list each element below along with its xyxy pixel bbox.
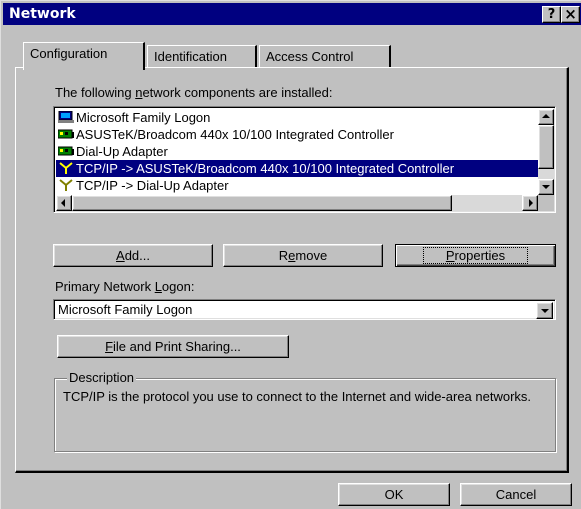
remove-button-pre: R <box>278 248 289 263</box>
chevron-down-icon <box>541 309 549 313</box>
components-list-viewport: Microsoft Family Logon ASUSTeK/Broadcom … <box>56 109 538 195</box>
title-bar[interactable]: Network ? × <box>3 3 581 25</box>
components-label-post: etwork components are installed: <box>142 85 333 100</box>
list-item-label: TCP/IP -> Dial-Up Adapter <box>76 178 229 193</box>
hscroll-thumb[interactable] <box>72 195 452 211</box>
scroll-right-button[interactable] <box>522 195 538 211</box>
list-item-label: Dial-Up Adapter <box>76 144 168 159</box>
list-item[interactable]: Dial-Up Adapter <box>56 143 538 160</box>
close-button[interactable]: × <box>561 6 580 23</box>
remove-button[interactable]: Remove <box>223 244 383 267</box>
horizontal-scrollbar[interactable] <box>56 195 538 211</box>
sharing-button-key: F <box>105 339 114 354</box>
add-button[interactable]: Add... <box>53 244 213 267</box>
ok-button[interactable]: OK <box>338 483 450 506</box>
file-print-sharing-button[interactable]: File and Print Sharing... <box>57 335 289 358</box>
cancel-button[interactable]: Cancel <box>460 483 572 506</box>
cancel-button-label: Cancel <box>495 487 537 502</box>
arrow-down-icon <box>542 185 550 189</box>
tab-configuration[interactable]: Configuration <box>23 42 145 70</box>
tab-access-control[interactable]: Access Control <box>259 45 391 69</box>
sharing-button-label: ile and Print Sharing... <box>113 339 241 354</box>
scroll-left-button[interactable] <box>56 195 72 211</box>
scroll-thumb[interactable] <box>538 125 554 169</box>
tab-identification-label: Identification <box>154 49 227 64</box>
description-text: TCP/IP is the protocol you use to connec… <box>63 389 532 404</box>
list-item-selected[interactable]: TCP/IP -> ASUSTeK/Broadcom 440x 10/100 I… <box>56 160 538 177</box>
add-button-label: dd... <box>124 248 150 263</box>
tab-identification[interactable]: Identification <box>147 45 257 69</box>
list-item-label: Microsoft Family Logon <box>76 110 211 125</box>
arrow-left-icon <box>61 199 65 207</box>
logon-label-pre: Primary Network <box>55 279 155 294</box>
description-group: Description TCP/IP is the protocol you u… <box>54 370 556 452</box>
list-item[interactable]: TCP/IP -> Dial-Up Adapter <box>56 177 538 194</box>
primary-logon-value: Microsoft Family Logon <box>58 302 193 317</box>
list-item[interactable]: ASUSTeK/Broadcom 440x 10/100 Integrated … <box>56 126 538 143</box>
protocol-icon <box>58 161 74 174</box>
properties-button-label: roperties <box>454 248 506 263</box>
tab-access-control-label: Access Control <box>266 49 354 64</box>
components-list[interactable]: Microsoft Family Logon ASUSTeK/Broadcom … <box>53 106 556 213</box>
remove-button-label: move <box>295 248 328 263</box>
tab-configuration-label: Configuration <box>30 46 108 61</box>
add-button-key: A <box>116 248 125 263</box>
logon-label: Primary Network Logon: <box>55 279 194 294</box>
help-icon: ? <box>547 7 556 22</box>
scroll-down-button[interactable] <box>538 179 554 195</box>
vertical-scrollbar[interactable] <box>538 109 554 195</box>
close-icon: × <box>564 5 577 23</box>
client-icon <box>58 110 74 123</box>
list-item[interactable]: Microsoft Family Logon <box>56 109 538 126</box>
logon-label-post: ogon: <box>161 279 195 294</box>
scrollbar-corner <box>538 195 554 211</box>
primary-logon-dropdown[interactable]: Microsoft Family Logon <box>53 299 556 320</box>
network-adapter-icon <box>57 127 74 139</box>
focus-rectangle: Properties <box>422 247 529 264</box>
network-adapter-icon <box>57 144 74 156</box>
window-title: Network <box>9 6 76 22</box>
network-dialog: Network ? × Configuration Identification… <box>0 0 581 509</box>
scroll-up-button[interactable] <box>538 109 554 125</box>
protocol-icon <box>58 178 74 191</box>
description-legend: Description <box>67 370 137 385</box>
properties-button[interactable]: Properties <box>395 244 556 267</box>
list-item-label: ASUSTeK/Broadcom 440x 10/100 Integrated … <box>76 127 394 142</box>
ok-button-label: OK <box>384 487 404 502</box>
list-item-label: TCP/IP -> ASUSTeK/Broadcom 440x 10/100 I… <box>76 161 455 176</box>
dropdown-button[interactable] <box>536 302 553 319</box>
components-label: The following network components are ins… <box>55 85 333 100</box>
logon-label-key: L <box>154 279 162 294</box>
components-label-pre: The following <box>55 85 136 100</box>
help-button[interactable]: ? <box>542 6 561 23</box>
properties-button-key: P <box>445 248 455 263</box>
arrow-right-icon <box>529 199 533 207</box>
arrow-up-icon <box>542 114 550 118</box>
